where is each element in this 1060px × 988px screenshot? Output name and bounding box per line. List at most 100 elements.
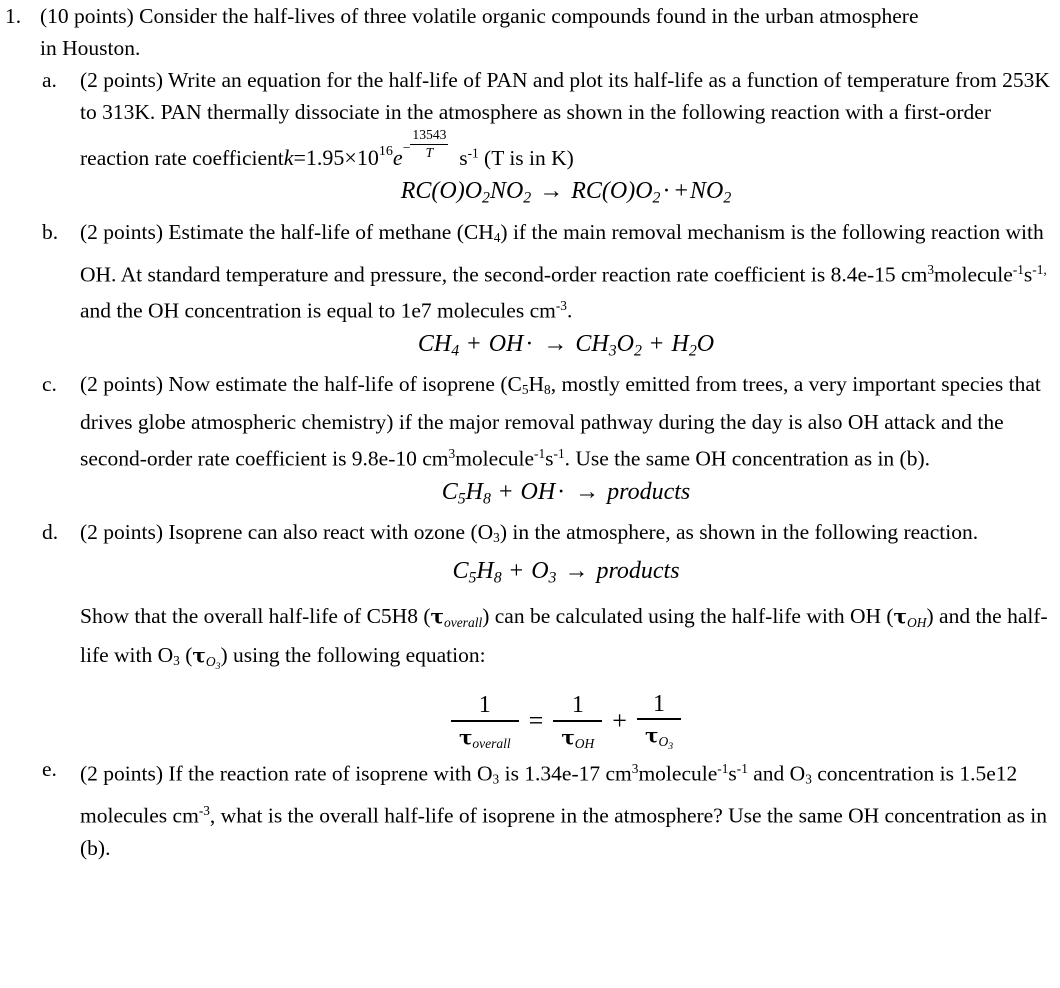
- part-e: e. (2 points) If the reaction rate of is…: [42, 753, 1060, 864]
- part-a-text-after: (T is in K): [484, 146, 574, 171]
- plus-sign: +: [612, 705, 627, 735]
- part-e-body: (2 points) If the reaction rate of isopr…: [80, 753, 1052, 864]
- part-c-text: (2 points) Now estimate the half-life of…: [80, 368, 1052, 475]
- methane-reactant: CH: [417, 330, 452, 357]
- part-c-marker: c.: [42, 372, 57, 397]
- no2-product: NO: [690, 178, 724, 205]
- document-page: 1. (10 points) Consider the half-lives o…: [0, 0, 1060, 988]
- part-b-t1: (2 points) Estimate the half-life of met…: [80, 219, 494, 244]
- water-oxygen: O: [696, 330, 715, 357]
- tau-subscript: overall: [472, 735, 511, 751]
- part-b-period: .: [566, 298, 573, 323]
- part-c: c. (2 points) Now estimate the half-life…: [42, 368, 1060, 516]
- part-c-molecule: molecule: [455, 447, 535, 472]
- question-1: 1. (10 points) Consider the half-lives o…: [0, 0, 1060, 64]
- part-b-molecule: molecule: [934, 262, 1013, 287]
- times-sign: ×: [344, 145, 357, 171]
- part-a-marker: a.: [42, 68, 57, 92]
- exponent-minus-sign: −: [402, 140, 411, 156]
- plus-sign-1: +: [467, 330, 481, 357]
- exponent-numerator: 13543: [410, 127, 449, 145]
- ozone-sub: 3: [548, 569, 557, 587]
- exponent-denominator: T: [425, 144, 434, 160]
- fraction-oh: 1 τOH: [553, 692, 603, 752]
- ch3o2-sub1: 3: [608, 342, 617, 360]
- ozone-subscript: 3: [173, 652, 180, 668]
- oh-radical-dot: ·: [557, 479, 566, 506]
- pan-reactant-sub2: 2: [523, 189, 532, 207]
- reaction-arrow: →: [564, 558, 589, 585]
- base-exponent: 16: [378, 143, 393, 160]
- part-c-body: (2 points) Now estimate the half-life of…: [80, 368, 1052, 516]
- k-symbol: k: [283, 145, 294, 171]
- radical-dot: ·: [662, 178, 671, 205]
- isoprene-c-sub: 5: [457, 490, 466, 508]
- show-text-t1: Show that the overall half-life of C5H8 …: [80, 603, 431, 628]
- pan-reactant: RC(O)O: [400, 178, 483, 205]
- tau-oh-symbol: τ: [893, 603, 907, 628]
- base-ten: 10: [356, 145, 379, 171]
- part-b-marker: b.: [42, 219, 59, 244]
- ozone-subscript-b: 3: [805, 771, 812, 787]
- fraction-oh-denominator: τOH: [553, 722, 602, 752]
- part-c-t1: (2 points) Now estimate the half-life of…: [80, 372, 522, 397]
- part-d-text: (2 points) Isoprene can also react with …: [80, 516, 1052, 554]
- isoprene-c: C: [452, 558, 469, 585]
- tau-sub-3: 3: [668, 741, 674, 753]
- part-b-text: (2 points) Estimate the half-life of met…: [80, 216, 1052, 327]
- show-text-t2: ) can be calculated using the half-life …: [482, 603, 894, 628]
- plus-sign-2: +: [649, 330, 664, 357]
- seconds-exponent: -1: [736, 760, 748, 776]
- h8-subscript: 8: [544, 382, 551, 398]
- equals-sign: =: [528, 705, 544, 735]
- pan-reactant-sub1: 2: [482, 189, 490, 207]
- exponent-fraction: 13543 T: [410, 127, 449, 160]
- isoprene-h-sub: 8: [493, 569, 502, 587]
- rate-coefficient-math: k=1.95×1016e− 13543 T: [283, 127, 449, 174]
- part-b: b. (2 points) Estimate the half-life of …: [42, 216, 1060, 369]
- isoprene-h-sub: 8: [483, 490, 491, 508]
- part-c-h: H: [528, 372, 545, 397]
- equation-pan-dissociation: RC(O)O2NO2 → RC(O)O2· +NO2: [80, 174, 1052, 215]
- no2-product-sub: 2: [723, 189, 732, 207]
- part-d-t2: ) in the atmosphere, as shown in the fol…: [499, 520, 979, 545]
- cm-minus3-exponent: -3: [555, 298, 567, 314]
- part-d: d. (2 points) Isoprene can also react wi…: [42, 516, 1060, 752]
- seconds-exponent: -1,: [1032, 261, 1047, 277]
- part-e-t7: , what is the overall half-life of isopr…: [80, 804, 1047, 861]
- part-e-t2: is 1.34e-17 cm: [499, 761, 632, 786]
- part-d-body: (2 points) Isoprene can also react with …: [80, 516, 1052, 752]
- show-text-t5: ) using the following equation:: [220, 642, 486, 667]
- part-b-t5: and the OH concentration is equal to 1e7…: [80, 298, 556, 323]
- isoprene-h: H: [476, 558, 494, 585]
- molecule-exponent: -1: [1012, 261, 1024, 277]
- part-e-seconds: s: [728, 761, 737, 786]
- oh-reactant: OH: [520, 479, 556, 506]
- part-d-t1: (2 points) Isoprene can also react with …: [80, 520, 494, 545]
- fraction-ozone-denominator: τO3: [637, 720, 681, 753]
- fraction-overall-numerator: 1: [478, 692, 491, 719]
- plus-sign: +: [498, 479, 513, 506]
- reaction-arrow: →: [539, 178, 564, 205]
- equation-methane-oh: CH4 + OH· → CH3O2 + H2O: [80, 327, 1052, 368]
- part-a-text: (2 points) Write an equation for the hal…: [80, 64, 1052, 174]
- c5-subscript: 5: [521, 382, 529, 398]
- fraction-overall: 1 τoverall: [450, 692, 519, 752]
- water-product: H: [671, 330, 689, 357]
- plus-sign: +: [509, 558, 524, 585]
- tau-ozone-symbol: τ: [192, 642, 206, 667]
- reaction-arrow: →: [575, 479, 600, 506]
- cm-minus3-exponent: -3: [198, 803, 210, 819]
- tau-symbol: τ: [458, 724, 473, 749]
- methane-sub: 4: [451, 342, 460, 360]
- fraction-overall-denominator: τoverall: [451, 722, 519, 752]
- part-e-t1: (2 points) If the reaction rate of isopr…: [80, 761, 493, 786]
- molecule-exponent: -1: [534, 446, 546, 462]
- sub-parts-list: a. (2 points) Write an equation for the …: [0, 64, 1060, 864]
- tau-subscript: O3: [658, 734, 674, 753]
- part-e-t5: and O: [747, 761, 806, 786]
- seconds-exponent: -1: [553, 446, 565, 462]
- tau-symbol: τ: [561, 724, 575, 749]
- tau-overall-subscript: overall: [443, 614, 483, 630]
- rate-units-exponent: -1: [467, 145, 479, 161]
